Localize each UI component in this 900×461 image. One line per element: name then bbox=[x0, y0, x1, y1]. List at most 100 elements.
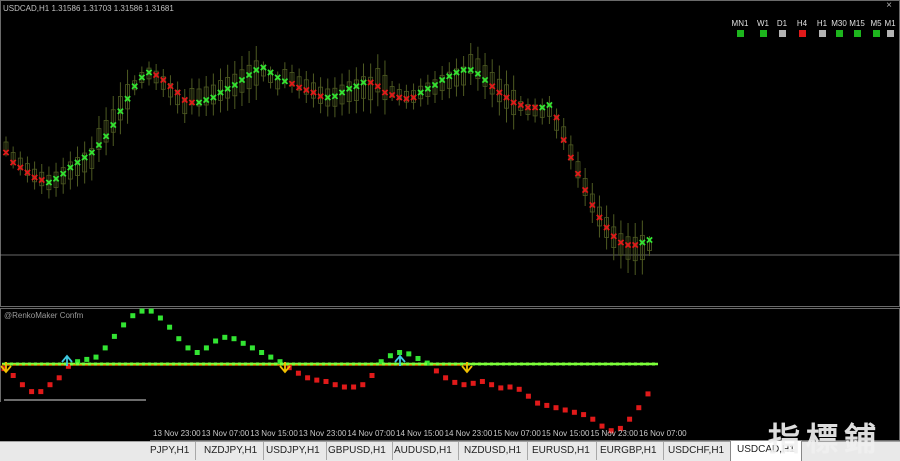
histogram-dot bbox=[387, 353, 393, 359]
timeframe-m30: M30 bbox=[829, 19, 849, 37]
zero-dot bbox=[250, 362, 253, 366]
tab-gbpusd-h1[interactable]: GBPUSD,H1 bbox=[322, 442, 393, 460]
time-tick-label: 15 Nov 23:00 bbox=[590, 429, 638, 438]
zero-dot bbox=[406, 362, 409, 366]
histogram-dot bbox=[415, 355, 421, 361]
zero-dot bbox=[442, 362, 445, 366]
time-tick-label: 14 Nov 23:00 bbox=[444, 429, 493, 438]
zero-dot bbox=[610, 362, 613, 366]
histogram-dot bbox=[599, 423, 605, 429]
zero-dot bbox=[112, 362, 115, 366]
zero-dot bbox=[646, 362, 649, 366]
histogram-dot bbox=[470, 380, 476, 386]
histogram-dot bbox=[139, 308, 145, 314]
zero-dot bbox=[508, 362, 511, 366]
timeframe-m1: M1 bbox=[880, 19, 900, 37]
zero-dot bbox=[52, 362, 55, 366]
histogram-dot bbox=[84, 356, 90, 362]
zero-dot bbox=[364, 362, 367, 366]
zero-dot bbox=[586, 362, 589, 366]
histogram-dot bbox=[553, 405, 559, 411]
histogram-dot bbox=[314, 377, 320, 383]
histogram-dot bbox=[498, 385, 504, 391]
time-tick-label: 16 Nov 07:00 bbox=[639, 429, 687, 438]
zero-dot bbox=[472, 362, 475, 366]
histogram-dot bbox=[535, 400, 541, 406]
zero-dot bbox=[382, 362, 385, 366]
zero-dot bbox=[634, 362, 637, 366]
zero-dot bbox=[184, 362, 187, 366]
histogram-dot bbox=[507, 384, 513, 390]
zero-dot bbox=[460, 362, 463, 366]
zero-dot bbox=[292, 362, 295, 366]
zero-dot bbox=[208, 362, 211, 366]
timeframe-status-square bbox=[836, 30, 843, 37]
close-icon[interactable]: × bbox=[886, 0, 892, 11]
histogram-dot bbox=[452, 379, 458, 385]
watermark-logo: 指標鋪 bbox=[768, 420, 883, 458]
zero-dot bbox=[232, 362, 235, 366]
zero-dot bbox=[574, 362, 577, 366]
zero-dot bbox=[106, 362, 109, 366]
zero-dot bbox=[304, 362, 307, 366]
zero-dot bbox=[58, 362, 61, 366]
time-tick-label: 14 Nov 07:00 bbox=[347, 429, 395, 438]
chart-area[interactable]: USDCAD,H1 1.31586 1.31703 1.31586 1.3168… bbox=[0, 0, 900, 460]
zero-dot bbox=[124, 362, 127, 366]
histogram-dot bbox=[489, 382, 495, 388]
zero-dot bbox=[178, 362, 181, 366]
histogram-dot bbox=[93, 354, 99, 360]
histogram-dot bbox=[590, 416, 596, 422]
histogram-dot bbox=[397, 350, 403, 355]
tab-audusd-h1[interactable]: AUDUSD,H1 bbox=[388, 442, 459, 460]
timeframe-w1: W1 bbox=[753, 19, 773, 37]
timeframe-label: W1 bbox=[757, 19, 769, 28]
timeframe-status-square bbox=[854, 30, 861, 37]
time-tick-label: 14 Nov 15:00 bbox=[396, 429, 444, 438]
histogram-dot bbox=[148, 308, 154, 314]
zero-dot bbox=[238, 362, 241, 366]
tab-eurgbp-h1[interactable]: EURGBP,H1 bbox=[594, 442, 664, 460]
zero-dot bbox=[70, 362, 73, 366]
histogram-dot bbox=[19, 382, 25, 388]
chart-canvas[interactable] bbox=[0, 0, 900, 441]
tab-usdjpy-h1[interactable]: USDJPY,H1 bbox=[260, 442, 327, 460]
zero-dot bbox=[520, 362, 523, 366]
zero-dot bbox=[580, 362, 583, 366]
tab-nzdjpy-h1[interactable]: NZDJPY,H1 bbox=[198, 442, 265, 460]
histogram-dot bbox=[443, 375, 449, 381]
histogram-dot bbox=[185, 345, 191, 351]
zero-dot bbox=[604, 362, 607, 366]
zero-dot bbox=[328, 362, 331, 366]
tab-usdchf-h1[interactable]: USDCHF,H1 bbox=[662, 442, 732, 460]
zero-dot bbox=[172, 362, 175, 366]
zero-dot bbox=[244, 362, 247, 366]
zero-dot bbox=[538, 362, 541, 366]
timeframe-status-square bbox=[760, 30, 767, 37]
time-tick-label: 13 Nov 15:00 bbox=[250, 429, 298, 438]
tab-eurusd-h1[interactable]: EURUSD,H1 bbox=[526, 442, 597, 460]
zero-dot bbox=[316, 362, 319, 366]
timeframe-d1: D1 bbox=[772, 19, 792, 37]
tab-nzdusd-h1[interactable]: NZDUSD,H1 bbox=[458, 442, 529, 460]
time-tick-label: 15 Nov 15:00 bbox=[541, 429, 590, 438]
zero-dot bbox=[358, 362, 361, 366]
zero-dot bbox=[22, 362, 25, 366]
histogram-dot bbox=[406, 351, 412, 357]
histogram-dot bbox=[323, 378, 329, 384]
histogram-dot bbox=[341, 384, 347, 390]
zero-dot bbox=[76, 362, 79, 366]
histogram-dot bbox=[295, 370, 301, 376]
histogram-dot bbox=[47, 382, 53, 388]
timeframe-status-square bbox=[779, 30, 786, 37]
zero-dot bbox=[556, 362, 559, 366]
zero-dot bbox=[322, 362, 325, 366]
tab-pjpy-h1[interactable]: PJPY,H1 bbox=[144, 442, 197, 460]
histogram-dot bbox=[121, 322, 127, 328]
zero-dot bbox=[430, 362, 433, 366]
histogram-dot bbox=[433, 368, 439, 374]
histogram-dot bbox=[332, 382, 338, 388]
histogram-dot bbox=[10, 373, 16, 378]
histogram-dot bbox=[102, 345, 108, 351]
zero-dot bbox=[94, 362, 97, 366]
